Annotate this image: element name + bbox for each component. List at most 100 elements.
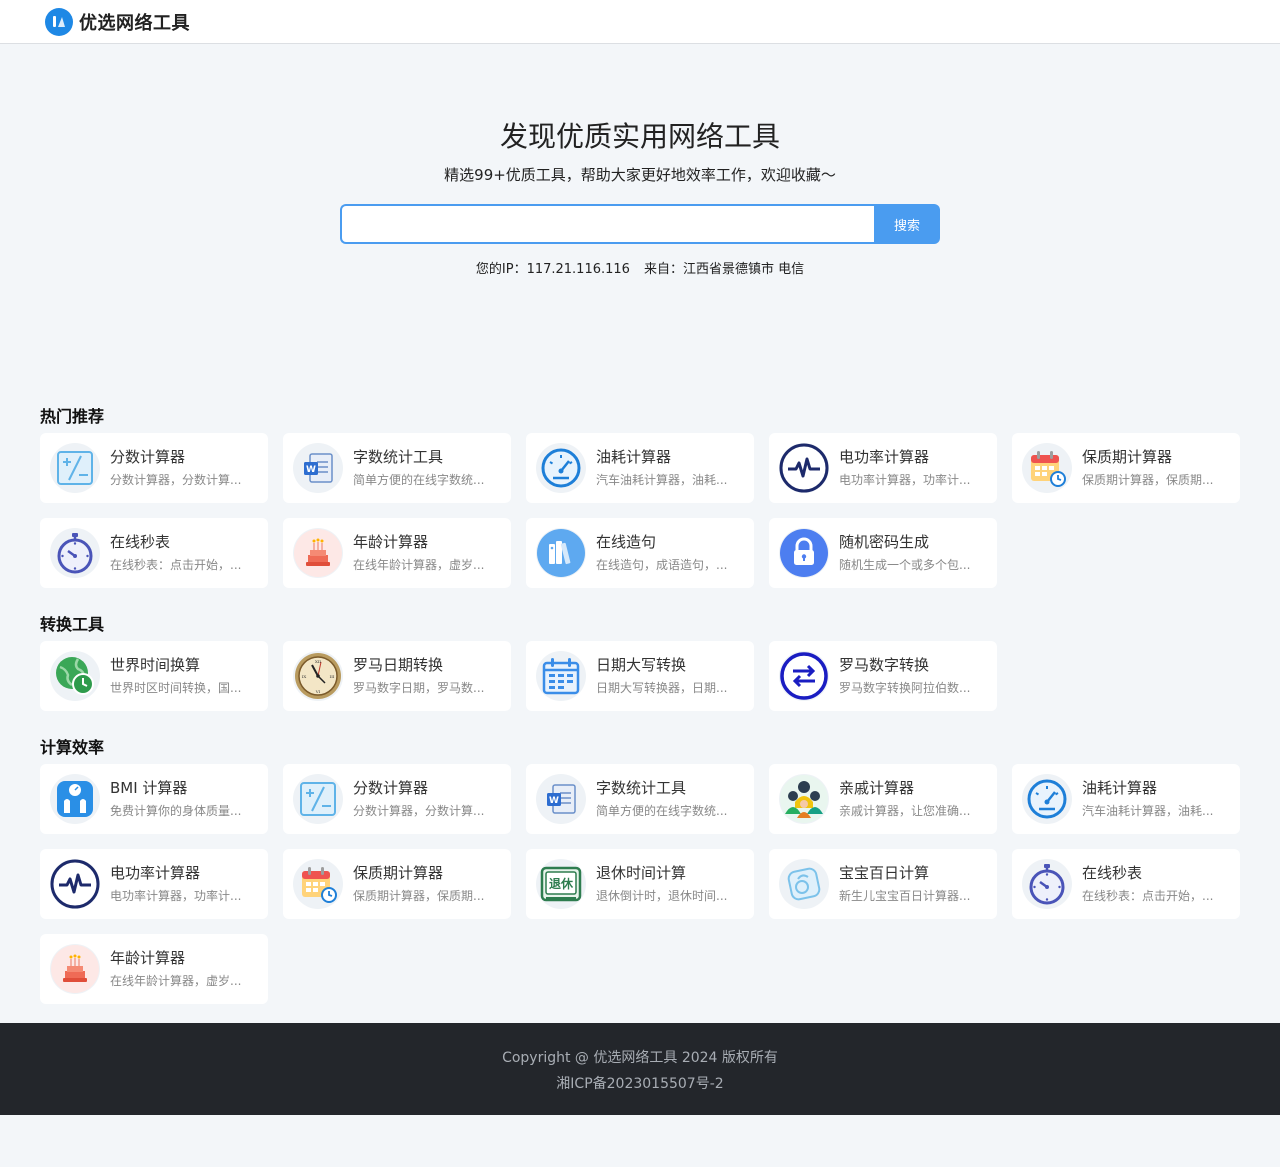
- page-title: 发现优质实用网络工具: [499, 120, 780, 153]
- section-convert: 转换工具 世界时间换算 世界时区时间转换，国... XII III VI IX 罗马日期转换…: [0, 588, 1280, 711]
- icp-link[interactable]: 湘ICP备2023015507号-2: [0, 1071, 1280, 1097]
- ip-address: 您的IP：117.21.116.116: [475, 262, 630, 277]
- birthday-cake-icon: [293, 528, 343, 578]
- fraction-calculator-icon: [50, 443, 100, 493]
- tool-card-text: 在线秒表在线秒表：点击开始，...: [110, 531, 241, 575]
- search-button[interactable]: 搜索: [874, 204, 940, 244]
- stopwatch-icon: [50, 528, 100, 578]
- site-name: 优选网络工具: [79, 12, 190, 34]
- tool-card[interactable]: 年龄计算器在线年龄计算器，虚岁...: [283, 518, 511, 588]
- tool-card[interactable]: 电功率计算器 电功率计算器，功率计...: [769, 433, 997, 503]
- tool-card[interactable]: 年龄计算器 在线年龄计算器，虚岁...: [40, 934, 268, 1004]
- tool-card[interactable]: 保质期计算器保质期计算器，保质期...: [283, 849, 511, 919]
- tool-title: 字数统计工具: [353, 448, 444, 466]
- tool-card-text: 分数计算器 分数计算器，分数计算...: [110, 446, 241, 490]
- tool-title: 保质期计算器: [353, 864, 444, 882]
- tool-card-text: 罗马日期转换 罗马数字日期，罗马数...: [353, 654, 484, 698]
- tool-description: 在线年龄计算器，虚岁...: [353, 558, 485, 572]
- tool-card-text: 字数统计工具简单方便的在线字数统...: [353, 446, 484, 490]
- tool-card[interactable]: 保质期计算器 保质期计算器，保质期...: [1012, 433, 1240, 503]
- tool-card[interactable]: 油耗计算器 汽车油耗计算器，油耗...: [526, 433, 754, 503]
- tool-card[interactable]: 分数计算器 分数计算器，分数计算...: [283, 764, 511, 834]
- tool-grid: 世界时间换算 世界时区时间转换，国... XII III VI IX 罗马日期转换 罗马数字日…: [40, 641, 1240, 711]
- tool-card-text: 年龄计算器 在线年龄计算器，虚岁...: [110, 947, 241, 991]
- calendar-clock-icon: [1022, 443, 1072, 493]
- tool-card[interactable]: 在线造句在线造句，成语造句，...: [526, 518, 754, 588]
- tool-card[interactable]: 在线秒表 在线秒表：点击开始，...: [1012, 849, 1240, 919]
- tool-description: 退休倒计时，退休时间...: [596, 889, 728, 903]
- search-input[interactable]: [340, 204, 874, 244]
- tool-title: BMI 计算器: [110, 779, 188, 797]
- tool-card-text: 退休时间计算 退休倒计时，退休时间...: [596, 862, 727, 906]
- tool-card[interactable]: XII III VI IX 罗马日期转换 罗马数字日期，罗马数...: [283, 641, 511, 711]
- birthday-cake-icon: [50, 944, 100, 994]
- tool-card[interactable]: W 字数统计工具 简单方便的在线字数统...: [526, 764, 754, 834]
- tool-title: 电功率计算器: [839, 448, 930, 466]
- tool-description: 简单方便的在线字数统...: [353, 473, 485, 487]
- pulse-icon: [50, 859, 100, 909]
- tool-description: 随机生成一个或多个包...: [839, 558, 971, 572]
- tool-description: 世界时区时间转换，国...: [110, 681, 242, 695]
- tool-title: 在线造句: [596, 533, 657, 551]
- site-logo[interactable]: 优选网络工具: [45, 7, 190, 36]
- stopwatch-icon: [1022, 859, 1072, 909]
- speedometer-icon: [536, 443, 586, 493]
- tool-title: 油耗计算器: [1082, 779, 1158, 797]
- tool-card-text: 油耗计算器 汽车油耗计算器，油耗...: [596, 446, 727, 490]
- tool-description: 免费计算你的身体质量...: [110, 804, 242, 818]
- svg-text:IX: IX: [302, 674, 307, 679]
- tool-card-text: 电功率计算器电功率计算器，功率计...: [110, 862, 241, 906]
- tool-card[interactable]: 分数计算器 分数计算器，分数计算...: [40, 433, 268, 503]
- tool-card-text: 电功率计算器 电功率计算器，功率计...: [839, 446, 970, 490]
- family-icon: [779, 774, 829, 824]
- tool-card[interactable]: 随机密码生成 随机生成一个或多个包...: [769, 518, 997, 588]
- tool-card-text: 保质期计算器 保质期计算器，保质期...: [1082, 446, 1213, 490]
- tool-description: 保质期计算器，保质期...: [353, 889, 485, 903]
- swap-arrows-icon: [779, 651, 829, 701]
- tool-card[interactable]: 亲戚计算器 亲戚计算器，让您准确...: [769, 764, 997, 834]
- tool-grid: 分数计算器 分数计算器，分数计算... W 字数统计工具 简单方便的在线字数统... 油耗…: [40, 433, 1240, 588]
- calendar-icon: [536, 651, 586, 701]
- tool-card[interactable]: 油耗计算器 汽车油耗计算器，油耗...: [1012, 764, 1240, 834]
- tool-title: 保质期计算器: [1082, 448, 1173, 466]
- tool-description: 亲戚计算器，让您准确...: [839, 804, 971, 818]
- tool-card[interactable]: 世界时间换算 世界时区时间转换，国...: [40, 641, 268, 711]
- globe-clock-icon: [50, 651, 100, 701]
- tool-title: 罗马数字转换: [839, 656, 930, 674]
- fraction-calculator-icon: [293, 774, 343, 824]
- tool-description: 电功率计算器，功率计...: [110, 889, 242, 903]
- section-title: 转换工具: [40, 615, 105, 634]
- word-document-icon: W: [536, 774, 586, 824]
- hero: 发现优质实用网络工具 精选99+优质工具，帮助大家更好地效率工作，欢迎收藏～ 搜…: [0, 44, 1280, 344]
- tool-card[interactable]: 在线秒表在线秒表：点击开始，...: [40, 518, 268, 588]
- tool-description: 罗马数字转换阿拉伯数...: [839, 681, 971, 695]
- tool-card[interactable]: 退休 退休时间计算 退休倒计时，退休时间...: [526, 849, 754, 919]
- tool-title: 在线秒表: [110, 533, 171, 551]
- tool-card[interactable]: W 字数统计工具 简单方便的在线字数统...: [283, 433, 511, 503]
- tool-title: 分数计算器: [353, 779, 429, 797]
- tool-card-text: BMI 计算器免费计算你的身体质量...: [110, 777, 241, 821]
- tool-card[interactable]: 宝宝百日计算 新生儿宝宝百日计算器...: [769, 849, 997, 919]
- tool-description: 在线造句，成语造句，...: [596, 558, 728, 572]
- ip-location: 来自：江西省景德镇市 电信: [643, 262, 805, 277]
- tool-title: 日期大写转换: [596, 656, 687, 674]
- tool-card[interactable]: 日期大写转换日期大写转换器，日期...: [526, 641, 754, 711]
- tool-description: 日期大写转换器，日期...: [596, 681, 728, 695]
- svg-text:III: III: [330, 674, 335, 679]
- tool-card-text: 保质期计算器保质期计算器，保质期...: [353, 862, 484, 906]
- tool-description: 在线秒表：点击开始，...: [110, 558, 242, 572]
- retire-badge-icon: 退休: [536, 859, 586, 909]
- tool-card-text: 分数计算器 分数计算器，分数计算...: [353, 777, 484, 821]
- tool-title: 年龄计算器: [353, 533, 429, 551]
- tool-card[interactable]: BMI 计算器免费计算你的身体质量...: [40, 764, 268, 834]
- search-bar: 搜索: [340, 204, 940, 244]
- tool-title: 电功率计算器: [110, 864, 201, 882]
- baby-icon: [779, 859, 829, 909]
- tool-card[interactable]: 电功率计算器电功率计算器，功率计...: [40, 849, 268, 919]
- tool-description: 简单方便的在线字数统...: [596, 804, 728, 818]
- tool-card-text: 油耗计算器 汽车油耗计算器，油耗...: [1082, 777, 1213, 821]
- tool-card[interactable]: 罗马数字转换罗马数字转换阿拉伯数...: [769, 641, 997, 711]
- tool-card-text: 随机密码生成 随机生成一个或多个包...: [839, 531, 970, 575]
- tool-description: 分数计算器，分数计算...: [110, 473, 242, 487]
- roman-clock-icon: XII III VI IX: [293, 651, 343, 701]
